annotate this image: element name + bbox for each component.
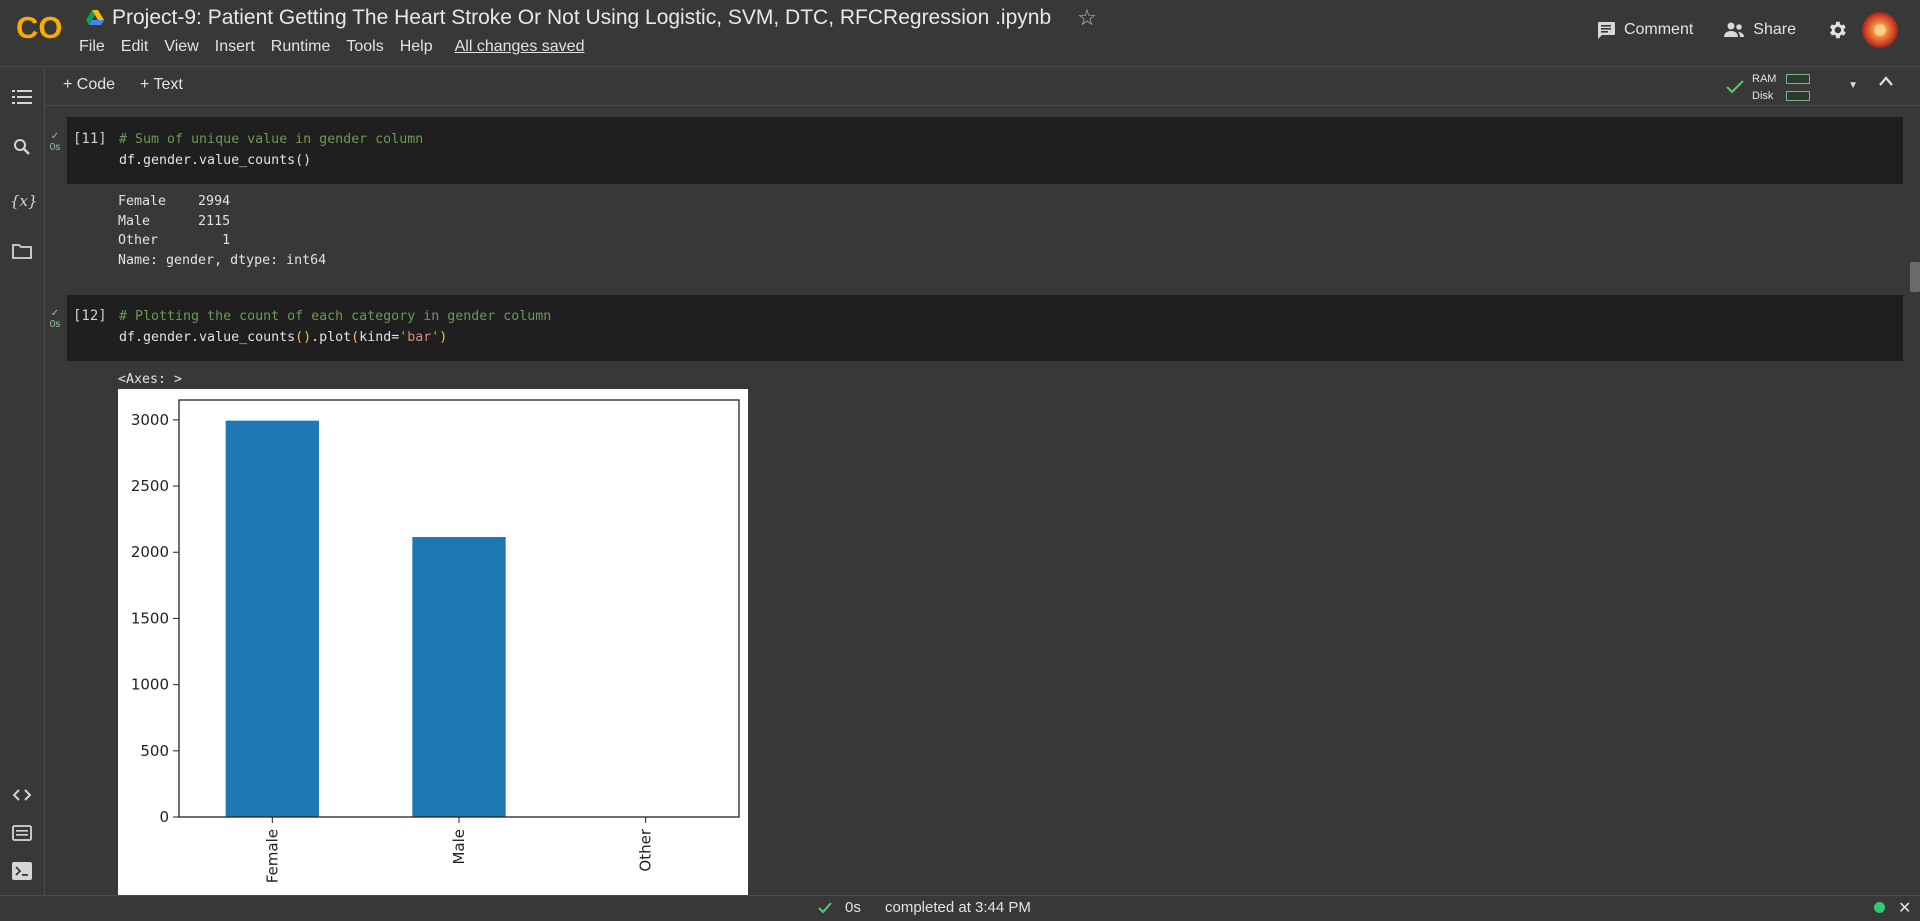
y-tick-label: 0 — [159, 808, 169, 826]
cell-11-code[interactable]: # Sum of unique value in gender column d… — [119, 129, 423, 171]
disk-usage-bar — [1786, 91, 1810, 101]
cell-11-output: Female 2994 Male 2115 Other 1 Name: gend… — [118, 192, 326, 270]
code-kwarg: kind= — [359, 330, 399, 345]
folder-icon[interactable] — [10, 241, 34, 265]
notebook-toolbar: + Code + Text RAM Disk ▼ — [45, 67, 1920, 106]
check-icon: ✓ — [51, 308, 59, 319]
check-icon: ✓ — [51, 131, 59, 142]
menu-file[interactable]: File — [79, 38, 113, 56]
user-avatar[interactable] — [1862, 12, 1898, 48]
cell-12-code[interactable]: # Plotting the count of each category in… — [119, 306, 551, 348]
add-text-button[interactable]: + Text — [140, 76, 183, 94]
ram-label: RAM — [1752, 73, 1776, 85]
y-axis: 0 500 1000 1500 2000 2500 3000 — [131, 411, 179, 826]
notebook-title[interactable]: Project-9: Patient Getting The Heart Str… — [112, 6, 1051, 30]
comment-label: Comment — [1624, 21, 1693, 39]
scrollbar-thumb[interactable] — [1910, 262, 1920, 292]
cell-12-number: [12] — [73, 308, 107, 324]
y-tick-label: 500 — [140, 742, 169, 760]
connected-check-icon — [1726, 80, 1744, 94]
cell-12-run-status[interactable]: ✓0s — [48, 308, 62, 330]
colab-logo[interactable]: CO — [16, 10, 64, 44]
code-paren: ( — [351, 330, 359, 345]
resources-dropdown-icon[interactable]: ▼ — [1848, 80, 1858, 91]
disk-label: Disk — [1752, 90, 1773, 102]
colab-logo-text: CO — [16, 10, 63, 44]
people-icon — [1723, 22, 1745, 38]
title-row: Project-9: Patient Getting The Heart Str… — [86, 4, 1097, 32]
y-tick-label: 1500 — [131, 609, 169, 627]
cell-11-number: [11] — [73, 131, 107, 147]
connection-status-dot[interactable] — [1874, 902, 1885, 913]
bar-female — [226, 421, 319, 817]
menu-edit[interactable]: Edit — [121, 38, 157, 56]
toc-icon[interactable] — [10, 87, 34, 111]
ram-usage-bar — [1786, 74, 1810, 84]
cell-12-exec-time: 0s — [50, 319, 61, 330]
close-status-icon[interactable]: ✕ — [1898, 898, 1911, 918]
save-status-link[interactable]: All changes saved — [455, 38, 593, 56]
collapse-header-icon[interactable] — [1878, 75, 1894, 87]
status-bar: 0s completed at 3:44 PM ✕ — [0, 895, 1920, 921]
settings-gear-icon[interactable] — [1826, 19, 1848, 41]
status-check-icon — [818, 902, 832, 914]
menu-runtime[interactable]: Runtime — [271, 38, 339, 56]
menu-tools[interactable]: Tools — [346, 38, 391, 56]
star-icon[interactable]: ☆ — [1077, 5, 1097, 31]
bar-male — [412, 537, 505, 817]
menu-view[interactable]: View — [164, 38, 206, 56]
y-tick-label: 3000 — [131, 411, 169, 429]
terminal-icon[interactable] — [10, 862, 34, 886]
code-snippets-icon[interactable] — [10, 784, 34, 808]
header-actions: Comment Share — [1596, 10, 1920, 50]
y-tick-label: 2000 — [131, 543, 169, 561]
status-exec-time: 0s — [845, 899, 861, 916]
x-tick-label: Female — [263, 829, 281, 883]
cell-11-code-line: df.gender.value_counts() — [119, 153, 311, 168]
variables-icon[interactable]: {x} — [10, 189, 34, 213]
bar-chart-output: 0 500 1000 1500 2000 2500 3000 Female Male Other — [118, 389, 748, 895]
google-drive-icon[interactable] — [86, 10, 104, 26]
y-tick-label: 2500 — [131, 477, 169, 495]
code-prefix: df.gender.value_counts — [119, 330, 295, 345]
command-palette-icon[interactable] — [10, 823, 34, 847]
x-tick-label: Male — [450, 829, 468, 865]
comment-icon — [1596, 21, 1616, 39]
y-tick-label: 1000 — [131, 676, 169, 694]
output-line: Other 1 — [118, 233, 230, 248]
output-line: Female 2994 — [118, 194, 230, 209]
code-method: .plot — [311, 330, 351, 345]
x-tick-label: Other — [637, 828, 655, 871]
code-paren: () — [295, 330, 311, 345]
menu-insert[interactable]: Insert — [215, 38, 263, 56]
share-button[interactable]: Share — [1723, 21, 1796, 39]
code-paren: ) — [439, 330, 447, 345]
left-rail: {x} — [0, 67, 45, 920]
add-code-button[interactable]: + Code — [63, 76, 115, 94]
menu-help[interactable]: Help — [400, 38, 441, 56]
bars-group — [226, 421, 693, 817]
cell-12-output-text: <Axes: > — [118, 370, 182, 390]
cell-11-exec-time: 0s — [50, 142, 61, 153]
cell-11-run-status[interactable]: ✓0s — [48, 131, 62, 153]
output-line: Name: gender, dtype: int64 — [118, 253, 326, 268]
cell-12-comment: # Plotting the count of each category in… — [119, 309, 551, 324]
resources-indicator[interactable]: RAM Disk — [1720, 70, 1830, 104]
cell-11-comment: # Sum of unique value in gender column — [119, 132, 423, 147]
x-axis: Female Male Other — [263, 817, 654, 883]
output-line: Male 2115 — [118, 214, 230, 229]
comment-button[interactable]: Comment — [1596, 21, 1693, 39]
bar-chart: 0 500 1000 1500 2000 2500 3000 Female Male Other — [118, 389, 748, 895]
menu-bar: File Edit View Insert Runtime Tools Help… — [79, 38, 600, 56]
status-completed-text[interactable]: completed at 3:44 PM — [885, 899, 1031, 916]
search-icon[interactable] — [10, 138, 34, 162]
share-label: Share — [1753, 21, 1796, 39]
code-string: 'bar' — [399, 330, 439, 345]
